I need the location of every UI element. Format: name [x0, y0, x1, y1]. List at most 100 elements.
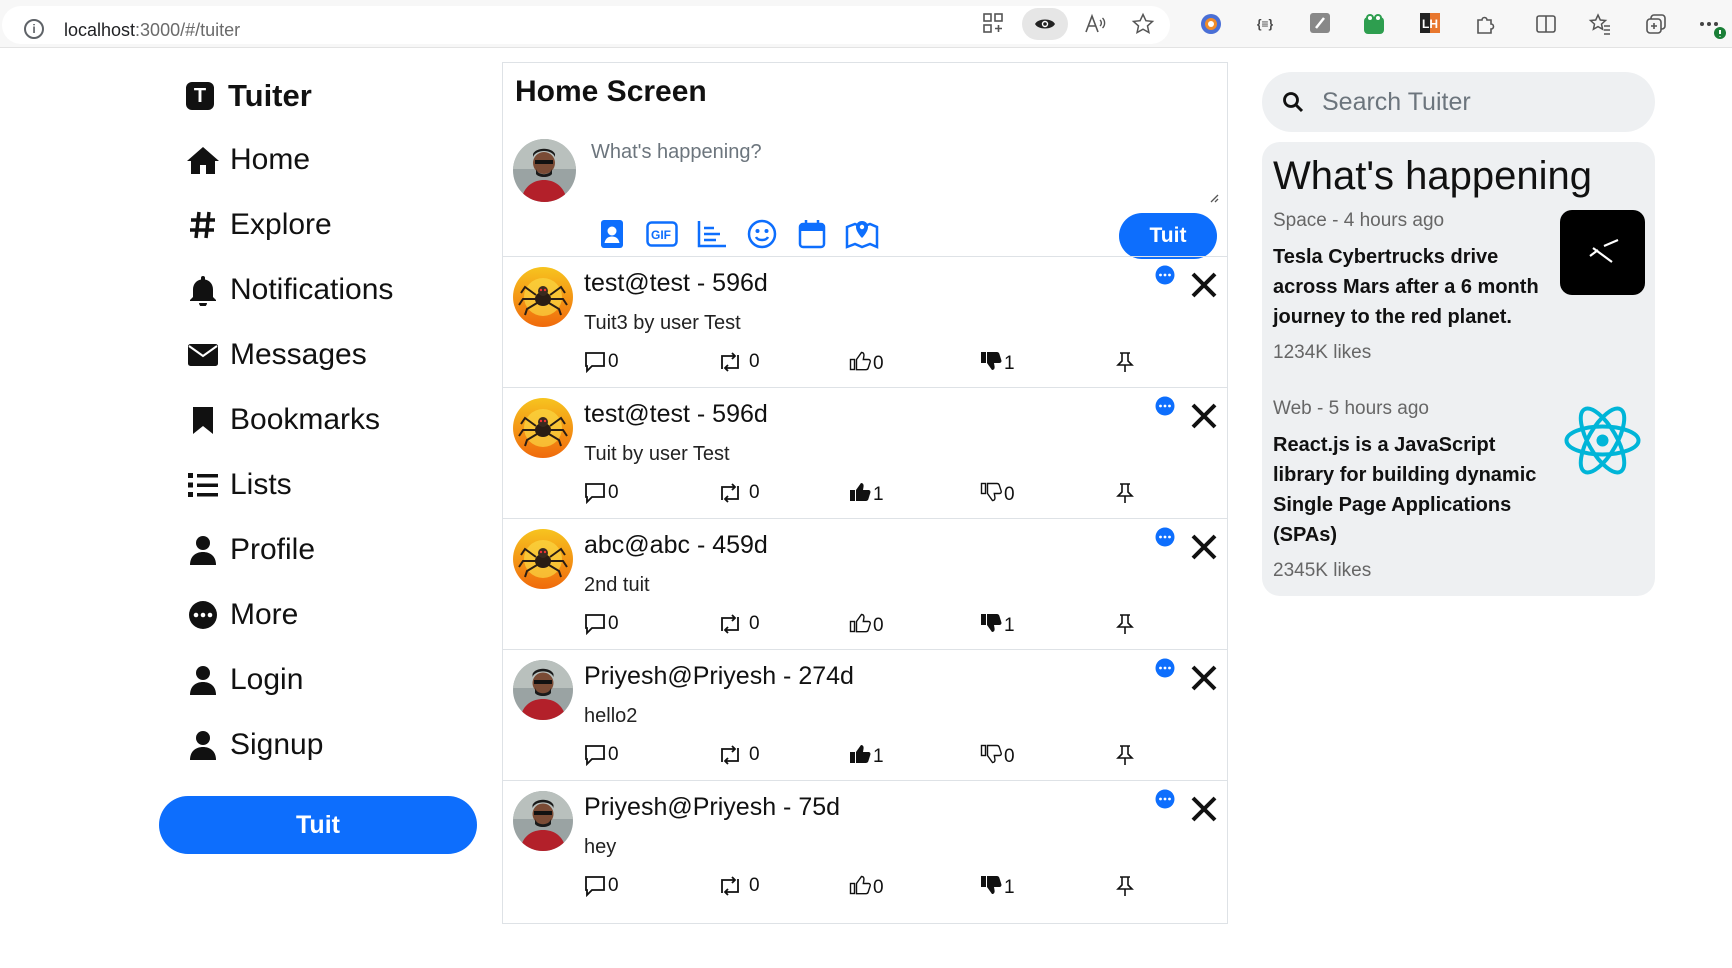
- nav-item-profile[interactable]: Profile: [186, 530, 315, 570]
- tuit-item[interactable]: Priyesh@Priyesh - 75d hey 0 0 0 1: [503, 780, 1227, 911]
- tuit-avatar[interactable]: [513, 660, 573, 720]
- nav-item-signup[interactable]: Signup: [186, 725, 323, 765]
- reply-stat[interactable]: 0: [584, 613, 619, 635]
- nav-item-bookmarks[interactable]: Bookmarks: [186, 400, 380, 440]
- immersive-reader-button[interactable]: [1022, 8, 1068, 40]
- site-info-icon[interactable]: i: [24, 19, 44, 39]
- retuit-stat[interactable]: 0: [717, 613, 760, 635]
- extension-icon-5[interactable]: LH: [1418, 12, 1442, 36]
- like-stat[interactable]: 1: [849, 744, 884, 770]
- collections-icon[interactable]: [1644, 12, 1668, 36]
- tuit-avatar[interactable]: [513, 529, 573, 589]
- tuit-avatar[interactable]: [513, 267, 573, 327]
- like-icon: [849, 744, 873, 770]
- tuit-avatar[interactable]: [513, 398, 573, 458]
- url-text[interactable]: localhost:3000/#/tuiter: [64, 20, 240, 41]
- nav-item-lists[interactable]: Lists: [186, 465, 292, 505]
- delete-tuit-icon[interactable]: [1189, 532, 1219, 562]
- nav-item-more[interactable]: More: [186, 595, 298, 635]
- gif-icon[interactable]: GIF: [645, 217, 679, 251]
- like-stat[interactable]: 1: [849, 482, 884, 508]
- tuit-options-icon[interactable]: [1155, 789, 1175, 809]
- pin-stat[interactable]: [1115, 613, 1137, 635]
- retuit-stat[interactable]: 0: [717, 744, 760, 766]
- extension-icon-1[interactable]: [1199, 12, 1223, 36]
- nav-label: Profile: [230, 533, 316, 566]
- tuit-options-icon[interactable]: [1155, 527, 1175, 547]
- brand[interactable]: T Tuiter: [186, 78, 312, 114]
- dislike-stat[interactable]: 0: [980, 744, 1015, 770]
- read-aloud-icon[interactable]: [1083, 12, 1107, 36]
- nav-item-home[interactable]: Home: [186, 140, 310, 180]
- retuit-stat[interactable]: 0: [717, 482, 760, 504]
- retuit-stat[interactable]: 0: [717, 351, 760, 373]
- reply-stat[interactable]: 0: [584, 482, 619, 504]
- extension-icon-4[interactable]: [1362, 12, 1386, 36]
- delete-tuit-icon[interactable]: [1189, 401, 1219, 431]
- retuit-stat[interactable]: 0: [717, 875, 760, 897]
- reply-stat[interactable]: 0: [584, 875, 619, 897]
- nav-label: Bookmarks: [230, 403, 381, 436]
- reply-stat[interactable]: 0: [584, 744, 619, 766]
- trend-item-web[interactable]: Web - 5 hours ago React.js is a JavaScri…: [1273, 398, 1645, 582]
- compose-textarea[interactable]: [591, 141, 1221, 215]
- pin-stat[interactable]: [1115, 875, 1137, 897]
- settings-more-icon[interactable]: [1698, 12, 1726, 39]
- like-stat[interactable]: 0: [849, 875, 884, 901]
- whats-happening-panel: What's happening Space - 4 hours ago Tes…: [1262, 142, 1655, 596]
- comment-icon: [585, 352, 605, 373]
- tuit-options-icon[interactable]: [1155, 658, 1175, 678]
- search-input[interactable]: [1322, 84, 1632, 120]
- chart-icon[interactable]: [695, 217, 729, 251]
- dislike-stat[interactable]: 1: [980, 351, 1015, 377]
- delete-tuit-icon[interactable]: [1189, 270, 1219, 300]
- smile-icon[interactable]: [745, 217, 779, 251]
- delete-tuit-icon[interactable]: [1189, 794, 1219, 824]
- extension-icon-3[interactable]: [1308, 12, 1332, 36]
- split-screen-icon[interactable]: [1534, 12, 1558, 36]
- tuit-stats: 0 0 0 1: [584, 875, 1144, 901]
- dislike-stat[interactable]: 1: [980, 613, 1015, 639]
- svg-text:LH: LH: [1422, 17, 1438, 31]
- tuit-item[interactable]: test@test - 596d Tuit by user Test 0 0 1…: [503, 387, 1227, 518]
- reply-stat[interactable]: 0: [584, 351, 619, 373]
- favorite-star-icon[interactable]: [1131, 12, 1155, 36]
- extensions-puzzle-icon[interactable]: [1474, 12, 1498, 36]
- tuit-options-icon[interactable]: [1155, 265, 1175, 285]
- pin-stat[interactable]: [1115, 351, 1137, 373]
- extension-icon-2[interactable]: {≡}: [1253, 12, 1277, 36]
- nav-item-explore[interactable]: Explore: [186, 205, 332, 245]
- dislike-stat[interactable]: 0: [980, 482, 1015, 508]
- map-icon[interactable]: [845, 217, 879, 251]
- like-stat[interactable]: 0: [849, 613, 884, 639]
- tuit-text: hello2: [584, 705, 638, 727]
- nav-item-notifications[interactable]: Notifications: [186, 270, 393, 310]
- trend-item-space[interactable]: Space - 4 hours ago Tesla Cybertrucks dr…: [1273, 210, 1645, 364]
- search-box[interactable]: [1262, 72, 1655, 132]
- delete-tuit-icon[interactable]: [1189, 663, 1219, 693]
- contact-card-icon[interactable]: [595, 217, 629, 251]
- nav-item-login[interactable]: Login: [186, 660, 303, 700]
- trend-likes: 2345K likes: [1273, 560, 1372, 581]
- tuit-avatar[interactable]: [513, 791, 573, 851]
- tuit-options-icon[interactable]: [1155, 396, 1175, 416]
- pin-stat[interactable]: [1115, 482, 1137, 504]
- nav-item-messages[interactable]: Messages: [186, 335, 367, 375]
- pin-stat[interactable]: [1115, 744, 1137, 766]
- resize-grip-icon[interactable]: [1207, 191, 1219, 203]
- favorites-icon[interactable]: [1588, 12, 1612, 36]
- pin-icon: [1116, 614, 1134, 634]
- pin-icon: [1116, 352, 1134, 372]
- reply-count: 0: [608, 613, 619, 634]
- hashtag-icon: [186, 208, 220, 242]
- calendar-icon[interactable]: [795, 217, 829, 251]
- dislike-stat[interactable]: 1: [980, 875, 1015, 901]
- apps-icon[interactable]: [981, 12, 1005, 36]
- like-stat[interactable]: 0: [849, 351, 884, 377]
- tuit-item[interactable]: abc@abc - 459d 2nd tuit 0 0 0 1: [503, 518, 1227, 649]
- dislike-icon: [980, 351, 1004, 377]
- sidebar-tuit-button[interactable]: Tuit: [159, 796, 477, 854]
- tuit-item[interactable]: Priyesh@Priyesh - 274d hello2 0 0 1 0: [503, 649, 1227, 780]
- compose-tuit-button[interactable]: Tuit: [1119, 213, 1217, 259]
- tuit-item[interactable]: test@test - 596d Tuit3 by user Test 0 0 …: [503, 256, 1227, 387]
